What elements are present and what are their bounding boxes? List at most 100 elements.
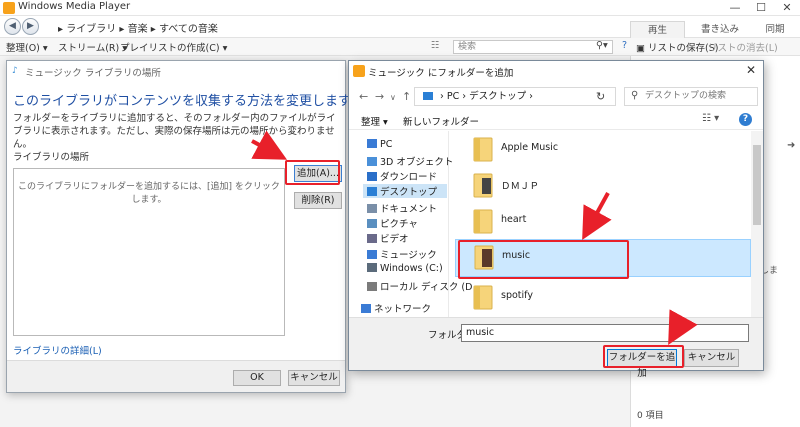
create-playlist-menu[interactable]: プレイリストの作成(C) ▾ <box>120 40 227 54</box>
videos-icon <box>367 234 377 243</box>
save-icon: ▣ <box>636 43 645 54</box>
organize-menu[interactable]: 整理(O) ▾ <box>6 40 48 54</box>
library-details-link[interactable]: ライブラリの詳細(L) <box>13 343 102 357</box>
help-icon[interactable]: ? <box>739 113 752 126</box>
nav-item-label: Windows (C:) <box>380 263 443 274</box>
cancel-button[interactable]: キャンセル <box>288 370 340 386</box>
nav-item-label: 3D オブジェクト <box>380 157 454 168</box>
list-item[interactable]: heart <box>455 204 751 240</box>
search-input[interactable]: デスクトップの検索 <box>624 87 758 106</box>
nav-item-network[interactable]: ネットワーク <box>361 301 431 315</box>
folder-name: ＤＭＪＰ <box>501 181 540 192</box>
stream-menu[interactable]: ストリーム(R) ▾ <box>58 40 127 54</box>
item-count: 0 項目 <box>637 411 664 421</box>
nav-item-3d-objects[interactable]: 3D オブジェクト <box>367 154 453 168</box>
wmp-toolbar: 整理(O) ▾ ストリーム(R) ▾ プレイリストの作成(C) ▾ ☷ 検索 ⚲… <box>0 38 800 56</box>
drive-icon <box>367 282 377 291</box>
3d-objects-icon <box>367 157 377 166</box>
nav-item-label: ピクチャ <box>380 219 418 230</box>
search-icon: ⚲ <box>631 90 639 101</box>
help-icon[interactable]: ? <box>622 40 627 51</box>
library-locations-list[interactable]: このライブラリにフォルダーを追加するには、[追加] をクリックします。 <box>13 168 285 336</box>
nav-item-desktop[interactable]: デスクトップ <box>363 184 447 198</box>
add-folder-titlebar: ミュージック にフォルダーを追加 ✕ <box>349 61 763 81</box>
scrollbar-thumb[interactable] <box>753 145 761 225</box>
list-item[interactable]: spotify <box>455 280 751 316</box>
drive-icon <box>367 263 377 272</box>
nav-item-pc[interactable]: PC <box>367 139 392 150</box>
empty-list-message: このライブラリにフォルダーを追加するには、[追加] をクリックします。 <box>18 182 280 205</box>
organize-button[interactable]: 整理 ▾ <box>361 114 388 128</box>
up-arrow-icon[interactable]: ↑ <box>402 90 411 103</box>
breadcrumb-music[interactable]: 音楽 <box>128 24 148 35</box>
dialog-footer: フォルダー: music フォルダーを追加 キャンセル <box>349 317 763 379</box>
nav-item-label: デスクトップ <box>380 187 438 198</box>
forward-icon[interactable]: ▶ <box>22 18 39 35</box>
wmp-logo-icon <box>3 2 15 14</box>
documents-icon <box>367 204 377 213</box>
ok-button[interactable]: OK <box>233 370 281 386</box>
command-bar: 整理 ▾ 新しいフォルダー ☷ ▾ ? <box>349 110 763 130</box>
remove-folder-button[interactable]: 削除(R) <box>294 192 342 209</box>
view-options-icon[interactable]: ☷ ▾ <box>702 113 719 124</box>
path-segment-desktop[interactable]: デスクトップ <box>469 91 526 102</box>
view-options-icon[interactable]: ☷ <box>431 40 440 51</box>
nav-item-music[interactable]: ミュージック <box>367 247 437 261</box>
folder-name-input[interactable]: music <box>461 324 749 342</box>
minimize-icon[interactable]: — <box>722 0 748 16</box>
stream-label: ストリーム(R) <box>58 43 120 54</box>
scrollbar[interactable] <box>751 131 763 317</box>
refresh-icon[interactable]: ↻ <box>596 90 605 103</box>
search-icon[interactable]: ⚲▾ <box>596 40 608 51</box>
forward-arrow-icon[interactable]: → <box>375 90 384 103</box>
path-separator: › <box>440 91 447 102</box>
library-locations-dialog: ♪ ミュージック ライブラリの場所 このライブラリがコンテンツを収集する方法を変… <box>6 60 351 393</box>
highlight-music-folder <box>458 240 629 279</box>
nav-item-pictures[interactable]: ピクチャ <box>367 216 418 230</box>
list-item[interactable]: Apple Music <box>455 132 751 168</box>
path-separator: › <box>529 91 533 102</box>
tab-burn[interactable]: 書き込み <box>690 21 750 38</box>
breadcrumb-separator: ▸ <box>150 24 159 35</box>
expand-arrow-icon[interactable]: ➜ <box>787 140 795 151</box>
nav-item-videos[interactable]: ビデオ <box>367 231 409 245</box>
breadcrumb-all-music[interactable]: すべての音楽 <box>159 24 218 35</box>
dialog-description: フォルダーをライブラリに追加すると、そのフォルダー内のファイルがライブラリに表示… <box>13 113 336 150</box>
pictures-icon <box>367 219 377 228</box>
maximize-icon[interactable]: ☐ <box>748 0 774 16</box>
breadcrumb-library[interactable]: ライブラリ <box>66 24 116 35</box>
wmp-titlebar: Windows Media Player — ☐ ✕ <box>0 0 800 16</box>
nav-item-windows-c[interactable]: Windows (C:) <box>367 263 443 274</box>
save-list-button[interactable]: ▣ リストの保存(S) <box>636 40 718 54</box>
recent-locations-icon[interactable]: ∨ <box>390 93 396 102</box>
organize-label: 整理(O) <box>6 43 40 54</box>
nav-item-downloads[interactable]: ダウンロード <box>367 169 437 183</box>
download-icon <box>367 172 377 181</box>
music-note-icon: ♪ <box>12 66 18 76</box>
back-arrow-icon[interactable]: ← <box>359 90 368 103</box>
clear-list-button[interactable]: リストの消去(L) <box>708 40 778 54</box>
close-icon[interactable]: ✕ <box>774 0 800 16</box>
close-icon[interactable]: ✕ <box>743 63 759 79</box>
folder-icon <box>473 209 493 234</box>
new-folder-button[interactable]: 新しいフォルダー <box>403 114 479 128</box>
add-folder-dialog: ミュージック にフォルダーを追加 ✕ ← → ∨ ↑ › PC › デスクトップ… <box>348 60 764 379</box>
tab-sync[interactable]: 同期 <box>750 21 800 38</box>
pc-icon <box>367 139 377 148</box>
address-bar: ← → ∨ ↑ › PC › デスクトップ › ↻ デスクトップの検索 ⚲ <box>349 85 763 109</box>
create-playlist-label: プレイリストの作成(C) <box>120 43 220 54</box>
folder-name: spotify <box>501 290 533 301</box>
search-input[interactable]: 検索 <box>453 40 613 54</box>
nav-item-label: ミュージック <box>380 250 437 261</box>
cancel-button[interactable]: キャンセル <box>684 349 739 367</box>
nav-item-label: ネットワーク <box>374 304 432 315</box>
path-segment-pc[interactable]: PC <box>447 91 459 102</box>
path-input[interactable]: › PC › デスクトップ › <box>414 87 616 106</box>
list-item[interactable]: ＤＭＪＰ <box>455 168 751 204</box>
nav-item-label: ビデオ <box>380 234 409 245</box>
back-icon[interactable]: ◀ <box>4 18 21 35</box>
nav-item-documents[interactable]: ドキュメント <box>367 201 437 215</box>
tab-play[interactable]: 再生 <box>630 21 685 38</box>
breadcrumb-separator: ▸ <box>119 24 128 35</box>
folder-icon <box>473 285 493 310</box>
